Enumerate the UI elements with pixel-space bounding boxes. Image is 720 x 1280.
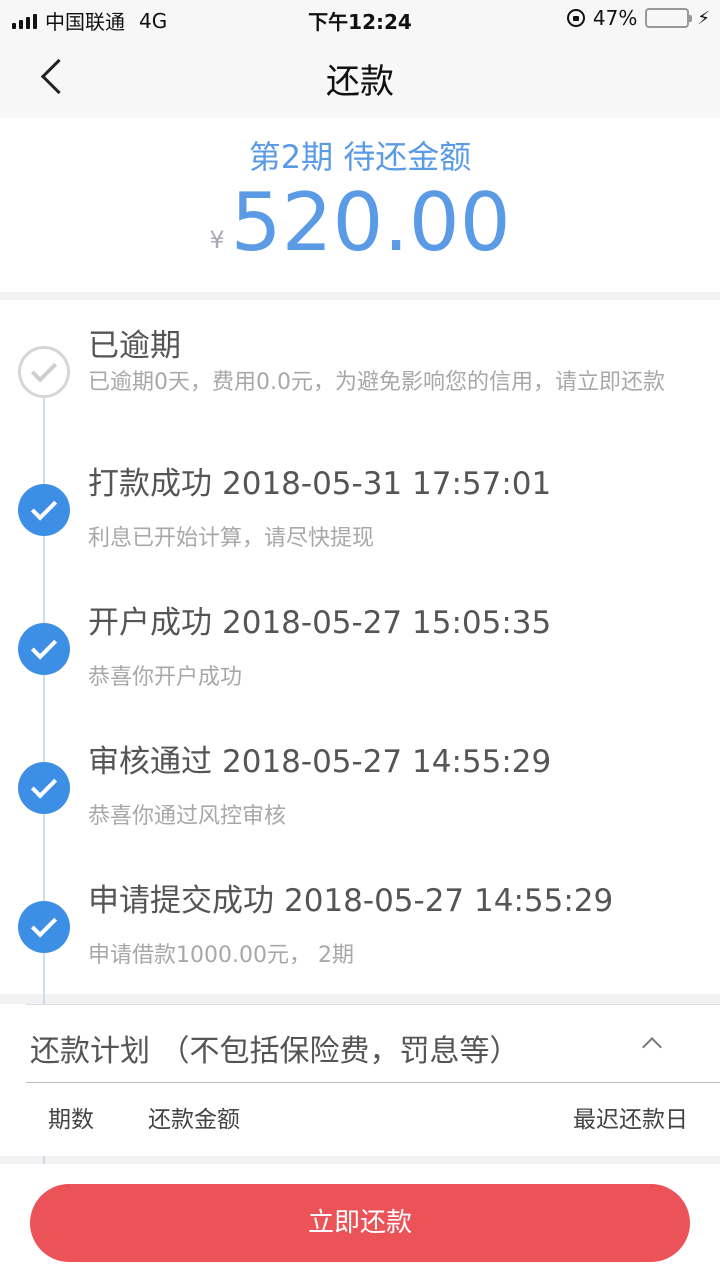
orientation-lock-icon — [566, 9, 585, 27]
status-right: 47% ⚡ — [566, 6, 710, 30]
column-header-period: 期数 — [48, 1107, 94, 1133]
period-label: 第2期 待还金额 — [248, 138, 472, 176]
timeline-title: 已逾期 — [88, 328, 181, 364]
timeline-title: 申请提交成功 2018-05-27 14:55:29 — [88, 883, 614, 919]
timeline-title: 开户成功 2018-05-27 15:05:35 — [88, 605, 552, 641]
timeline-desc: 已逾期0天，费用0.0元，为避免影响您的信用，请立即还款 — [88, 370, 665, 395]
divider — [26, 1082, 720, 1083]
check-circle-icon — [18, 484, 70, 536]
battery-percent: 47% — [592, 6, 638, 30]
divider — [26, 1004, 720, 1005]
amount-card: 第2期 待还金额 ¥ 520.00 — [0, 118, 720, 292]
timeline-title: 审核通过 2018-05-27 14:55:29 — [88, 744, 552, 780]
check-circle-icon — [18, 901, 70, 953]
timeline-desc: 利息已开始计算，请尽快提现 — [88, 526, 375, 551]
amount-due: 520.00 — [230, 176, 511, 269]
battery-icon — [645, 8, 693, 28]
check-circle-icon — [18, 623, 70, 675]
column-header-due-date: 最迟还款日 — [573, 1107, 688, 1133]
charging-icon: ⚡ — [697, 7, 710, 29]
timeline-desc: 申请借款1000.00元， 2期 — [88, 943, 354, 968]
timeline-desc: 恭喜你通过风控审核 — [88, 804, 287, 829]
timeline-desc: 恭喜你开户成功 — [88, 665, 243, 690]
page-title: 还款 — [326, 62, 394, 102]
check-circle-icon — [18, 762, 70, 814]
chevron-up-icon[interactable] — [642, 1034, 660, 1052]
repay-now-button[interactable]: 立即还款 — [30, 1184, 690, 1262]
currency-symbol: ¥ — [209, 226, 225, 254]
nav-bar: 还款 — [0, 36, 720, 118]
timeline-title: 打款成功 2018-05-31 17:57:01 — [88, 466, 552, 502]
column-header-amount: 还款金额 — [148, 1107, 240, 1133]
amount-row: ¥ 520.00 — [0, 178, 720, 268]
repayment-plan: 还款计划 （不包括保险费，罚息等） 期数 还款金额 最迟还款日 — [0, 1004, 720, 1156]
progress-timeline: 已逾期 已逾期0天，费用0.0元，为避免影响您的信用，请立即还款 打款成功 201… — [0, 300, 720, 1230]
pending-check-icon — [18, 346, 70, 398]
status-bar: 中国联通 4G 下午12:24 47% ⚡ — [0, 0, 720, 36]
bottom-bar: 立即还款 — [0, 1164, 720, 1280]
plan-header: 还款计划 （不包括保险费，罚息等） — [30, 1034, 520, 1069]
